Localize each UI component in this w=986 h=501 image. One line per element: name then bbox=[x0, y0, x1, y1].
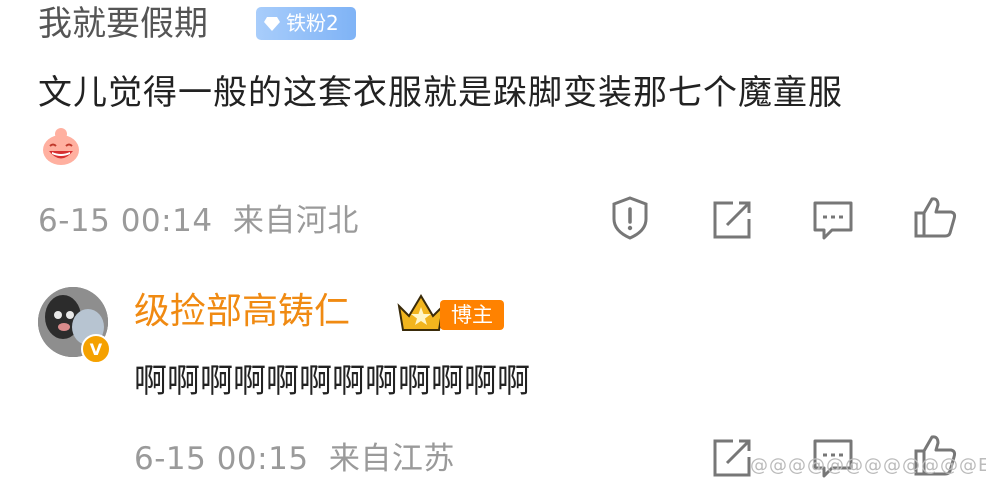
report-icon[interactable] bbox=[607, 195, 653, 241]
comment1-username[interactable]: 我就要假期 bbox=[38, 4, 208, 44]
comment1-meta: 6-15 00:14 来自河北 bbox=[38, 202, 359, 240]
share-icon[interactable] bbox=[709, 435, 755, 481]
crown-icon bbox=[397, 294, 445, 331]
comment2-username[interactable]: 级捡部高铸仁 bbox=[134, 290, 350, 334]
comment1-time: 6-15 00:14 bbox=[38, 203, 213, 239]
share-icon[interactable] bbox=[709, 197, 755, 243]
watermark: @@@@@@@@@@@@E bbox=[750, 455, 986, 476]
author-badge: 博主 bbox=[440, 300, 504, 330]
comment2-time: 6-15 00:15 bbox=[134, 441, 309, 477]
fan-badge-label: 铁粉2 bbox=[286, 11, 339, 35]
laughing-emoji-icon bbox=[40, 126, 82, 168]
comment1-location: 来自河北 bbox=[232, 203, 359, 239]
verified-badge-icon: V bbox=[81, 334, 111, 364]
comment2-meta: 6-15 00:15 来自江苏 bbox=[134, 440, 455, 478]
comment1-text: 文儿觉得一般的这套衣服就是跺脚变装那七个魔童服 bbox=[38, 73, 843, 113]
comment2-text: 啊啊啊啊啊啊啊啊啊啊啊啊 bbox=[134, 361, 530, 400]
comment-icon[interactable] bbox=[810, 197, 856, 243]
diamond-icon bbox=[264, 16, 280, 31]
like-icon[interactable] bbox=[912, 194, 958, 240]
comment2-location: 来自江苏 bbox=[328, 441, 455, 477]
fan-level-badge: 铁粉2 bbox=[256, 7, 356, 40]
